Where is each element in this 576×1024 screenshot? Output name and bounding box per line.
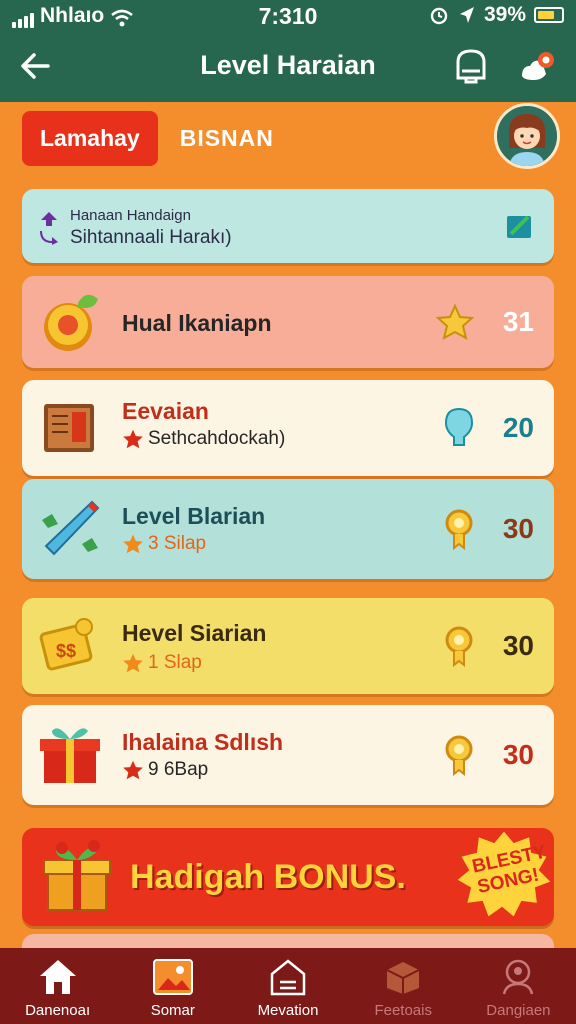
nav-label-2: Somar bbox=[150, 1002, 195, 1019]
list-item-5[interactable]: Ihalaina Sdlısh 9 6Bap 30 bbox=[22, 705, 554, 805]
item-5-value: 30 bbox=[502, 739, 534, 770]
medal-icon bbox=[445, 735, 473, 776]
list-item-1[interactable]: Hual Ikaniapn 31 bbox=[22, 276, 554, 368]
nav-item-2[interactable]: Somar bbox=[115, 948, 230, 1024]
item-5-name: Ihalaina Sdlısh bbox=[122, 729, 284, 755]
nav-item-1[interactable]: Danenoaı bbox=[0, 948, 115, 1024]
bulb-icon bbox=[444, 407, 474, 446]
rocket-icon bbox=[42, 500, 100, 556]
list-item-3[interactable]: Level Blarian 3 Silap 30 bbox=[22, 479, 554, 579]
nav-label-5: Dangiaen bbox=[486, 1002, 551, 1019]
item-4-value: 30 bbox=[502, 630, 534, 661]
gift-icon bbox=[40, 728, 100, 783]
item-1-value: 31 bbox=[502, 306, 534, 337]
bonus-banner[interactable]: Hadigah BONUS. BLESTY SONG! bbox=[22, 828, 554, 926]
medal-icon bbox=[445, 626, 473, 667]
settings-icon[interactable] bbox=[516, 46, 560, 86]
tab-active[interactable]: Lamahay bbox=[22, 110, 158, 166]
bottom-nav: Danenoaı Somar Mevation Feetoais Dangiae… bbox=[0, 948, 576, 1024]
list-item-4[interactable]: $$ Hevel Siarian 1 Slap 30 bbox=[22, 598, 554, 694]
user-icon bbox=[503, 959, 534, 995]
swap-icon bbox=[40, 212, 58, 245]
avatar[interactable] bbox=[494, 103, 560, 169]
battery-label: 39% bbox=[483, 3, 526, 26]
nav-item-5[interactable]: Dangiaen bbox=[461, 948, 576, 1024]
nav-label-3: Mevation bbox=[257, 1002, 319, 1019]
info-line2: Sihtannaali Harakı) bbox=[70, 227, 232, 248]
status-right: 39% bbox=[428, 3, 564, 27]
status-bar: Nhlaıo 7:310 39% bbox=[0, 0, 576, 32]
book-icon bbox=[44, 404, 94, 452]
list-item-2[interactable]: Eevaian Sethcahdockah) 20 bbox=[22, 380, 554, 476]
location-icon bbox=[459, 7, 474, 23]
tab-bar: Lamahay BISNAN bbox=[22, 110, 274, 166]
user-avatar-icon bbox=[497, 106, 557, 166]
house-icon bbox=[270, 959, 306, 996]
item-2-value: 20 bbox=[502, 412, 534, 443]
item-3-star-icon bbox=[123, 534, 143, 554]
info-line1: Hanaan Handaign bbox=[70, 207, 191, 224]
nav-item-4[interactable]: Feetoais bbox=[346, 948, 461, 1024]
box-icon bbox=[386, 962, 420, 994]
medal-icon bbox=[445, 509, 473, 550]
home-icon bbox=[39, 960, 76, 994]
edit-icon[interactable] bbox=[506, 213, 534, 239]
nav-item-3[interactable]: Mevation bbox=[230, 948, 345, 1024]
nav-label-1: Danenoaı bbox=[25, 1002, 91, 1019]
coin-icon bbox=[44, 294, 98, 351]
battery-icon bbox=[534, 7, 564, 23]
item-2-sub: Sethcahdockah) bbox=[148, 428, 286, 449]
item-2-star-icon bbox=[123, 429, 143, 449]
item-5-sub: 9 6Bap bbox=[148, 759, 209, 780]
item-2-name: Eevaian bbox=[122, 398, 209, 424]
item-1-name: Hual Ikaniapn bbox=[122, 310, 272, 336]
image-icon bbox=[152, 959, 193, 995]
app-header: Level Haraian bbox=[0, 32, 576, 102]
money-icon: $$ bbox=[39, 618, 93, 671]
bonus-gift-icon bbox=[43, 840, 111, 911]
bonus-text: Hadigah BONUS. bbox=[130, 858, 406, 896]
info-card[interactable]: Hanaan Handaign Sihtannaali Harakı) bbox=[22, 189, 554, 263]
item-3-name: Level Blarian bbox=[122, 503, 266, 529]
item-5-star-icon bbox=[123, 760, 143, 780]
item-4-star-icon bbox=[123, 653, 143, 673]
nav-label-4: Feetoais bbox=[374, 1002, 432, 1019]
svg-text:$$: $$ bbox=[56, 641, 76, 661]
star-icon bbox=[436, 304, 474, 340]
item-3-value: 30 bbox=[502, 513, 534, 544]
tab-inactive[interactable]: BISNAN bbox=[180, 125, 274, 152]
alarm-icon bbox=[430, 7, 448, 25]
item-4-sub: 1 Slap bbox=[148, 652, 202, 673]
item-3-sub: 3 Silap bbox=[148, 533, 207, 554]
notification-icon[interactable] bbox=[452, 46, 490, 86]
item-4-name: Hevel Siarian bbox=[122, 620, 267, 646]
